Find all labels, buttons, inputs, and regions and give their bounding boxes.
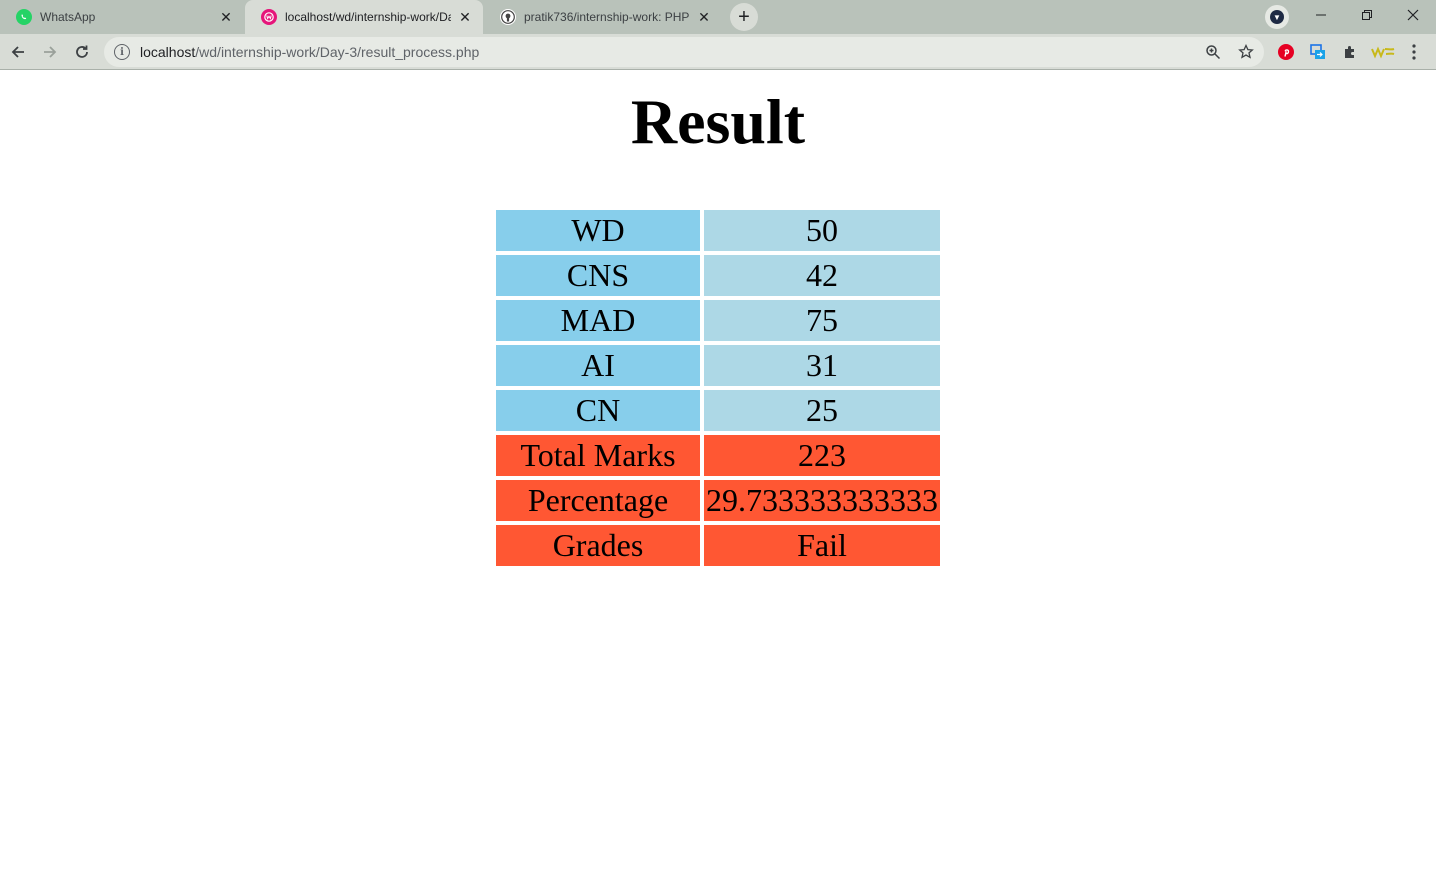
minimize-icon bbox=[1316, 14, 1326, 16]
plus-icon: + bbox=[738, 6, 750, 28]
total-marks-row: Total Marks 223 bbox=[496, 435, 940, 476]
table-row: AI 31 bbox=[496, 345, 940, 386]
url-path: /wd/internship-work/Day-3/result_process… bbox=[195, 44, 480, 60]
table-row: MAD 75 bbox=[496, 300, 940, 341]
total-marks-value: 223 bbox=[704, 435, 940, 476]
zoom-icon[interactable] bbox=[1204, 43, 1222, 61]
close-icon bbox=[1407, 9, 1419, 21]
browser-toolbar: i localhost/wd/internship-work/Day-3/res… bbox=[0, 34, 1436, 70]
close-tab-icon[interactable]: ✕ bbox=[457, 9, 473, 25]
url-text: localhost/wd/internship-work/Day-3/resul… bbox=[140, 44, 479, 60]
new-tab-button[interactable]: + bbox=[730, 3, 758, 31]
forward-button[interactable] bbox=[36, 38, 64, 66]
page-title: Result bbox=[630, 86, 806, 157]
percentage-value: 29.733333333333 bbox=[704, 480, 940, 521]
minimize-button[interactable] bbox=[1298, 0, 1344, 30]
reload-icon bbox=[76, 45, 88, 58]
grade-value: Fail bbox=[704, 525, 940, 566]
subject-name: MAD bbox=[496, 300, 700, 341]
tab-strip: WhatsApp ✕ localhost/wd/internship-work/… bbox=[0, 0, 1436, 34]
menu-kebab-icon[interactable] bbox=[1404, 42, 1424, 62]
bookmark-star-icon[interactable] bbox=[1237, 43, 1255, 61]
back-button[interactable] bbox=[4, 38, 32, 66]
subject-name: CN bbox=[496, 390, 700, 431]
profile-button[interactable]: ▼ bbox=[1265, 5, 1289, 29]
table-row: CNS 42 bbox=[496, 255, 940, 296]
url-host: localhost bbox=[140, 44, 196, 60]
table-row: CN 25 bbox=[496, 390, 940, 431]
subject-marks: 42 bbox=[704, 255, 940, 296]
close-tab-icon[interactable]: ✕ bbox=[218, 9, 234, 25]
close-tab-icon[interactable]: ✕ bbox=[696, 9, 712, 25]
tab-title: localhost/wd/internship-work/Da bbox=[285, 10, 451, 24]
summary-label: Total Marks bbox=[496, 435, 700, 476]
pinterest-extension-icon[interactable] bbox=[1276, 42, 1296, 62]
summary-label: Grades bbox=[496, 525, 700, 566]
subject-marks: 25 bbox=[704, 390, 940, 431]
info-icon[interactable]: i bbox=[114, 44, 130, 60]
github-icon bbox=[500, 9, 516, 25]
tab-whatsapp[interactable]: WhatsApp ✕ bbox=[0, 0, 244, 34]
restore-button[interactable] bbox=[1344, 0, 1390, 30]
subject-marks: 50 bbox=[704, 210, 940, 251]
subject-name: WD bbox=[496, 210, 700, 251]
screen-share-extension-icon[interactable] bbox=[1308, 42, 1328, 62]
page-viewport: Result WD 50 CNS 42 MAD 75 AI 31 CN 25 T… bbox=[0, 71, 1436, 896]
arrow-left-icon bbox=[11, 46, 24, 58]
close-window-button[interactable] bbox=[1390, 0, 1436, 30]
wamp-icon bbox=[261, 9, 277, 25]
summary-label: Percentage bbox=[496, 480, 700, 521]
whatsapp-icon bbox=[16, 9, 32, 25]
tab-title: pratik736/internship-work: PHP i bbox=[524, 10, 690, 24]
percentage-row: Percentage 29.733333333333 bbox=[496, 480, 940, 521]
puzzle-extensions-icon[interactable] bbox=[1340, 42, 1360, 62]
subject-marks: 75 bbox=[704, 300, 940, 341]
subject-marks: 31 bbox=[704, 345, 940, 386]
address-bar[interactable]: i localhost/wd/internship-work/Day-3/res… bbox=[104, 37, 1264, 67]
subject-name: CNS bbox=[496, 255, 700, 296]
chevron-down-icon: ▼ bbox=[1270, 10, 1284, 24]
subject-name: AI bbox=[496, 345, 700, 386]
grade-row: Grades Fail bbox=[496, 525, 940, 566]
tab-title: WhatsApp bbox=[40, 10, 96, 24]
table-row: WD 50 bbox=[496, 210, 940, 251]
arrow-right-icon bbox=[44, 46, 57, 58]
tab-github[interactable]: pratik736/internship-work: PHP i ✕ bbox=[484, 0, 722, 34]
tab-localhost[interactable]: localhost/wd/internship-work/Da ✕ bbox=[245, 0, 483, 34]
reload-button[interactable] bbox=[68, 38, 96, 66]
restore-icon bbox=[1362, 10, 1372, 20]
wordtune-extension-icon[interactable] bbox=[1370, 42, 1396, 62]
result-table: WD 50 CNS 42 MAD 75 AI 31 CN 25 Total Ma… bbox=[492, 206, 944, 570]
